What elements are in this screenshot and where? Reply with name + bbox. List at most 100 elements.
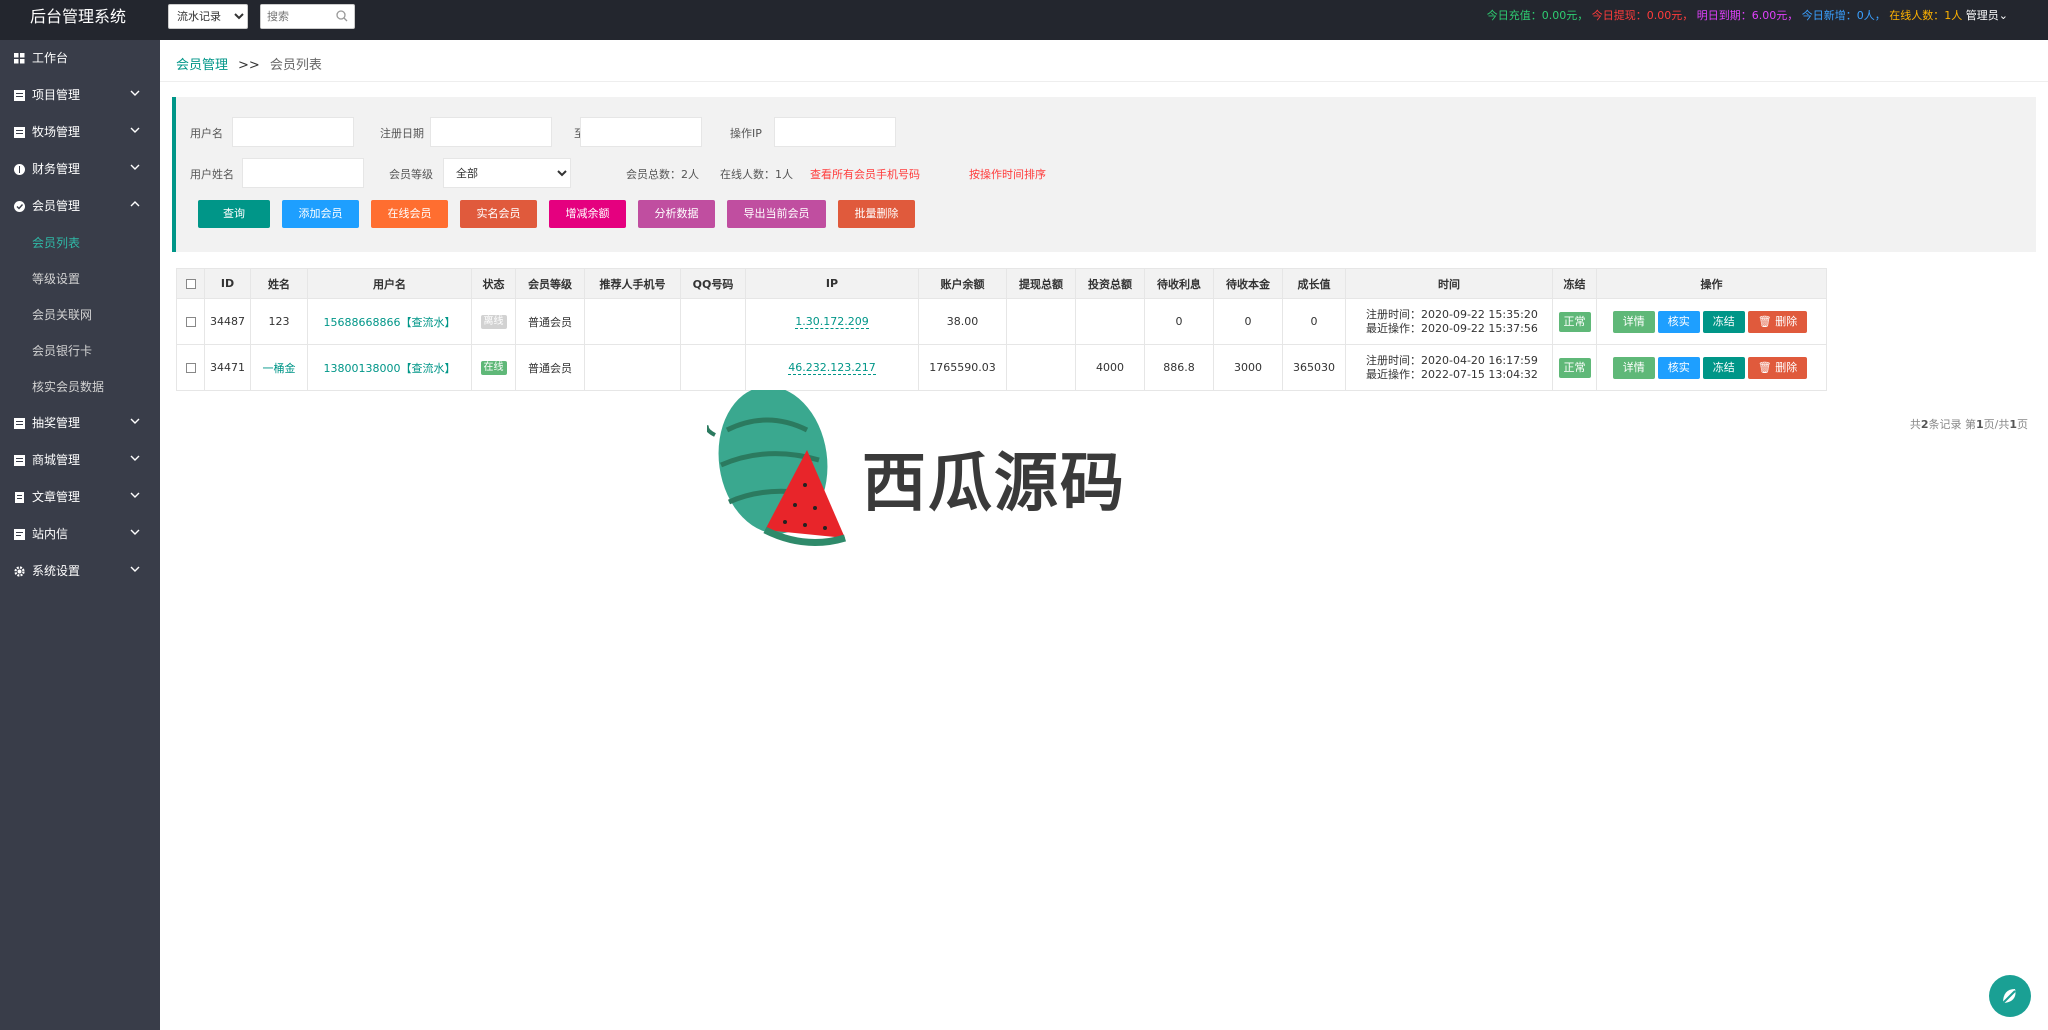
sidebar-item-dashboard[interactable]: 工作台: [0, 40, 160, 77]
stat-today-new: 今日新增：0人，: [1801, 9, 1886, 22]
document-icon: [15, 492, 24, 503]
search-box[interactable]: [260, 4, 355, 29]
status-badge: 在线: [480, 361, 507, 375]
cell-invest: 4000: [1075, 344, 1145, 391]
cell-principal: 0: [1213, 298, 1283, 345]
sidebar-subitem-level-settings[interactable]: 等级设置: [0, 261, 160, 297]
sidebar-item-finance[interactable]: 财务管理: [0, 151, 160, 188]
col-header: 用户名: [307, 268, 472, 299]
sidebar-subitem-member-network[interactable]: 会员关联网: [0, 297, 160, 333]
money-icon: [14, 164, 25, 175]
freeze-button[interactable]: 冻结: [1702, 310, 1745, 333]
op-ip-input[interactable]: [774, 117, 896, 147]
username-flow-link[interactable]: 15688668866【查流水】: [324, 316, 456, 329]
row-checkbox[interactable]: [185, 317, 196, 327]
cell-ops: 详情 核实 冻结 🗑 删除: [1596, 344, 1827, 391]
cell-ip: 1.30.172.209: [745, 298, 919, 345]
sidebar-item-lottery[interactable]: 抽奖管理: [0, 405, 160, 442]
delete-button[interactable]: 🗑 删除: [1747, 356, 1808, 379]
batch-delete-button[interactable]: 批量删除: [838, 200, 915, 228]
sidebar-item-articles[interactable]: 文章管理: [0, 479, 160, 516]
username-input[interactable]: [232, 117, 354, 147]
delete-button[interactable]: 🗑 删除: [1747, 310, 1808, 333]
realname-input[interactable]: [242, 158, 364, 188]
breadcrumb-parent[interactable]: 会员管理: [176, 58, 228, 73]
chevron-down-icon: ⌄: [1998, 9, 2008, 22]
verify-button[interactable]: 核实: [1657, 310, 1700, 333]
sidebar-subitem-bank-cards[interactable]: 会员银行卡: [0, 333, 160, 369]
detail-button[interactable]: 详情: [1612, 356, 1655, 379]
ip-link[interactable]: 46.232.123.217: [788, 361, 876, 375]
col-header: 姓名: [250, 268, 308, 299]
cell-invest: [1075, 298, 1145, 345]
dashboard-icon: [14, 53, 25, 64]
query-button[interactable]: 查询: [198, 200, 270, 228]
search-input[interactable]: [261, 5, 331, 28]
cell-level: 普通会员: [515, 344, 585, 391]
admin-menu[interactable]: 管理员⌄: [1966, 9, 2008, 22]
total-members-text: 会员总数：2人: [626, 168, 699, 181]
breadcrumb: 会员管理 >> 会员列表: [176, 54, 322, 73]
name-link[interactable]: 一桶金: [263, 362, 296, 375]
sidebar-item-members[interactable]: 会员管理: [0, 188, 160, 225]
regdate-end-input[interactable]: [580, 117, 702, 147]
col-header: 投资总额: [1075, 268, 1145, 299]
sidebar-item-label: 工作台: [32, 51, 69, 65]
export-members-button[interactable]: 导出当前会员: [727, 200, 826, 228]
table-row: 34487 123 15688668866【查流水】 离线 普通会员 1.30.…: [176, 298, 1827, 345]
sidebar-subitem-verify-data[interactable]: 核实会员数据: [0, 369, 160, 405]
trash-icon: 🗑: [1757, 314, 1772, 328]
admin-label: 管理员: [1965, 9, 1999, 22]
regdate-start-input[interactable]: [430, 117, 552, 147]
record-type-select[interactable]: 流水记录: [168, 4, 248, 29]
pager-mid2: 页/共: [1983, 418, 2010, 431]
sidebar-item-shop[interactable]: 商城管理: [0, 442, 160, 479]
filter-panel: 用户名 注册日期 至 操作IP 用户姓名 会员等级 全部 会员总数：2人 在线人…: [172, 97, 2036, 252]
sort-by-op-time-link[interactable]: 按操作时间排序: [969, 166, 1046, 182]
gear-icon: [14, 566, 25, 577]
sidebar-item-messages[interactable]: 站内信: [0, 516, 160, 553]
sidebar-item-projects[interactable]: 项目管理: [0, 77, 160, 114]
row-select-cell: [176, 298, 205, 345]
row-checkbox[interactable]: [185, 363, 196, 373]
level-select[interactable]: 全部: [443, 158, 571, 188]
username-flow-link[interactable]: 13800138000【查流水】: [324, 362, 456, 375]
sidebar-item-ranch[interactable]: 牧场管理: [0, 114, 160, 151]
sidebar-item-label: 文章管理: [32, 490, 81, 504]
detail-button[interactable]: 详情: [1612, 310, 1655, 333]
cell-time: 注册时间：2020-09-22 15:35:20 最近操作：2020-09-22 …: [1345, 298, 1553, 345]
select-all-cell: [176, 268, 205, 299]
sidebar-subitem-member-list[interactable]: 会员列表: [0, 225, 160, 261]
adjust-balance-button[interactable]: 增减余额: [549, 200, 626, 228]
cell-name: 一桶金: [250, 344, 308, 391]
analyze-data-button[interactable]: 分析数据: [638, 200, 715, 228]
level-label: 会员等级: [389, 168, 433, 181]
stat-tomorrow-due: 明日到期：6.00元，: [1696, 9, 1799, 22]
realname-members-button[interactable]: 实名会员: [460, 200, 537, 228]
cell-withdraw: [1006, 344, 1076, 391]
col-header: 推荐人手机号: [584, 268, 681, 299]
floating-help-button[interactable]: [1989, 975, 2031, 1017]
col-header: 会员等级: [515, 268, 585, 299]
select-all-checkbox[interactable]: [185, 279, 196, 289]
cell-referrer: [584, 344, 681, 391]
breadcrumb-current: 会员列表: [269, 58, 322, 73]
search-icon[interactable]: [336, 10, 348, 22]
cell-ip: 46.232.123.217: [745, 344, 919, 391]
freeze-button[interactable]: 冻结: [1702, 356, 1745, 379]
online-members-button[interactable]: 在线会员: [371, 200, 448, 228]
view-phones-link[interactable]: 查看所有会员手机号码: [810, 166, 920, 182]
cell-name: 123: [250, 298, 308, 345]
last-op-time: 最近操作：2022-07-15 13:04:32: [1366, 367, 1538, 381]
cell-principal: 3000: [1213, 344, 1283, 391]
sidebar-item-settings[interactable]: 系统设置: [0, 553, 160, 590]
col-header: 状态: [471, 268, 516, 299]
add-member-button[interactable]: 添加会员: [282, 200, 359, 228]
sidebar-item-label: 会员管理: [32, 199, 81, 213]
op-ip-label: 操作IP: [730, 127, 762, 140]
ip-link[interactable]: 1.30.172.209: [795, 315, 869, 329]
list-icon: [14, 455, 25, 466]
col-header: IP: [745, 268, 919, 299]
cell-username: 15688668866【查流水】: [307, 298, 472, 345]
verify-button[interactable]: 核实: [1657, 356, 1700, 379]
